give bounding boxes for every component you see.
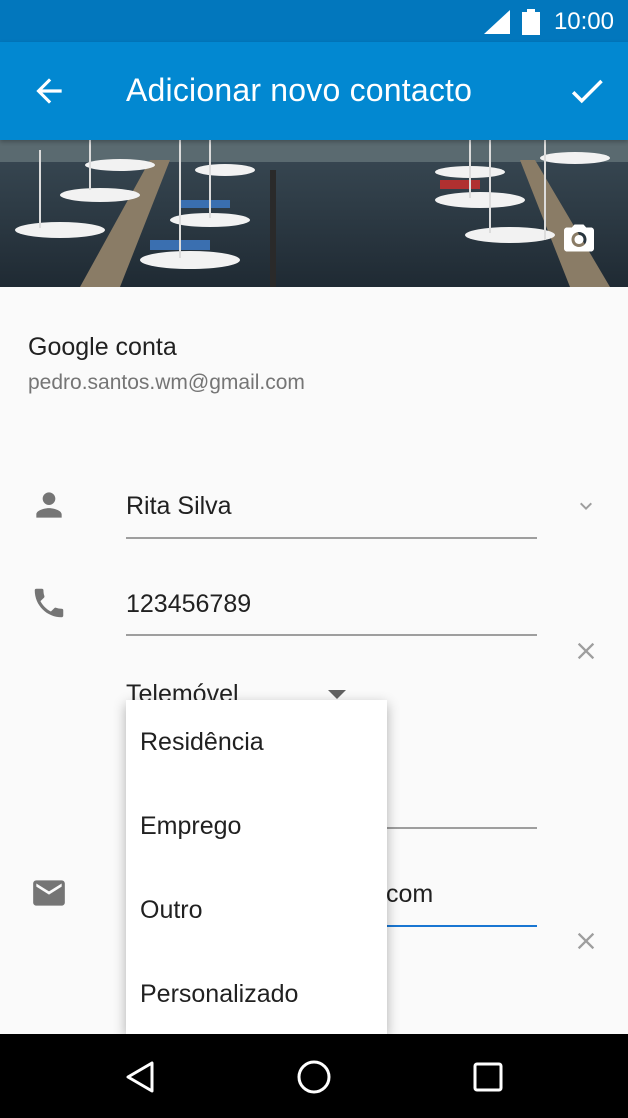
email-icon: [33, 880, 65, 906]
phone-type-selector[interactable]: Telemóvel: [126, 680, 239, 700]
email-field[interactable]: com: [386, 880, 433, 909]
account-title: Google conta: [28, 333, 177, 361]
signal-icon: [484, 10, 510, 34]
clear-icon[interactable]: [572, 637, 600, 665]
phone-icon: [34, 588, 64, 618]
name-field-underline: [126, 537, 537, 539]
battery-icon: [522, 9, 540, 35]
menu-item-personalizado[interactable]: Personalizado: [140, 980, 298, 1009]
phone-type-menu: Residência Emprego Outro Personalizado: [126, 700, 387, 1034]
status-bar: 10:00: [0, 0, 628, 42]
contact-photo[interactable]: [0, 140, 628, 287]
chevron-down-icon[interactable]: [572, 494, 600, 518]
clear-icon[interactable]: [572, 927, 600, 955]
name-field[interactable]: Rita Silva: [126, 492, 232, 521]
navigation-bar: [0, 1034, 628, 1118]
nav-home-icon[interactable]: [296, 1059, 332, 1095]
phone-field-underline: [126, 634, 537, 636]
back-arrow-icon[interactable]: [30, 72, 68, 110]
nav-back-icon[interactable]: [124, 1060, 156, 1094]
app-bar: Adicionar novo contacto: [0, 42, 628, 140]
person-icon: [36, 492, 62, 518]
checkmark-icon[interactable]: [566, 70, 608, 112]
marina-image: [0, 140, 628, 287]
account-email: pedro.santos.wm@gmail.com: [28, 371, 305, 394]
page-title: Adicionar novo contacto: [126, 72, 473, 108]
nav-recents-icon[interactable]: [473, 1062, 503, 1092]
menu-item-outro[interactable]: Outro: [140, 896, 203, 925]
camera-icon[interactable]: [560, 220, 598, 256]
menu-item-residencia[interactable]: Residência: [140, 728, 264, 757]
status-time: 10:00: [553, 8, 614, 35]
menu-item-emprego[interactable]: Emprego: [140, 812, 241, 841]
phone-field[interactable]: 123456789: [126, 590, 251, 619]
dropdown-arrow-icon[interactable]: [328, 690, 346, 699]
